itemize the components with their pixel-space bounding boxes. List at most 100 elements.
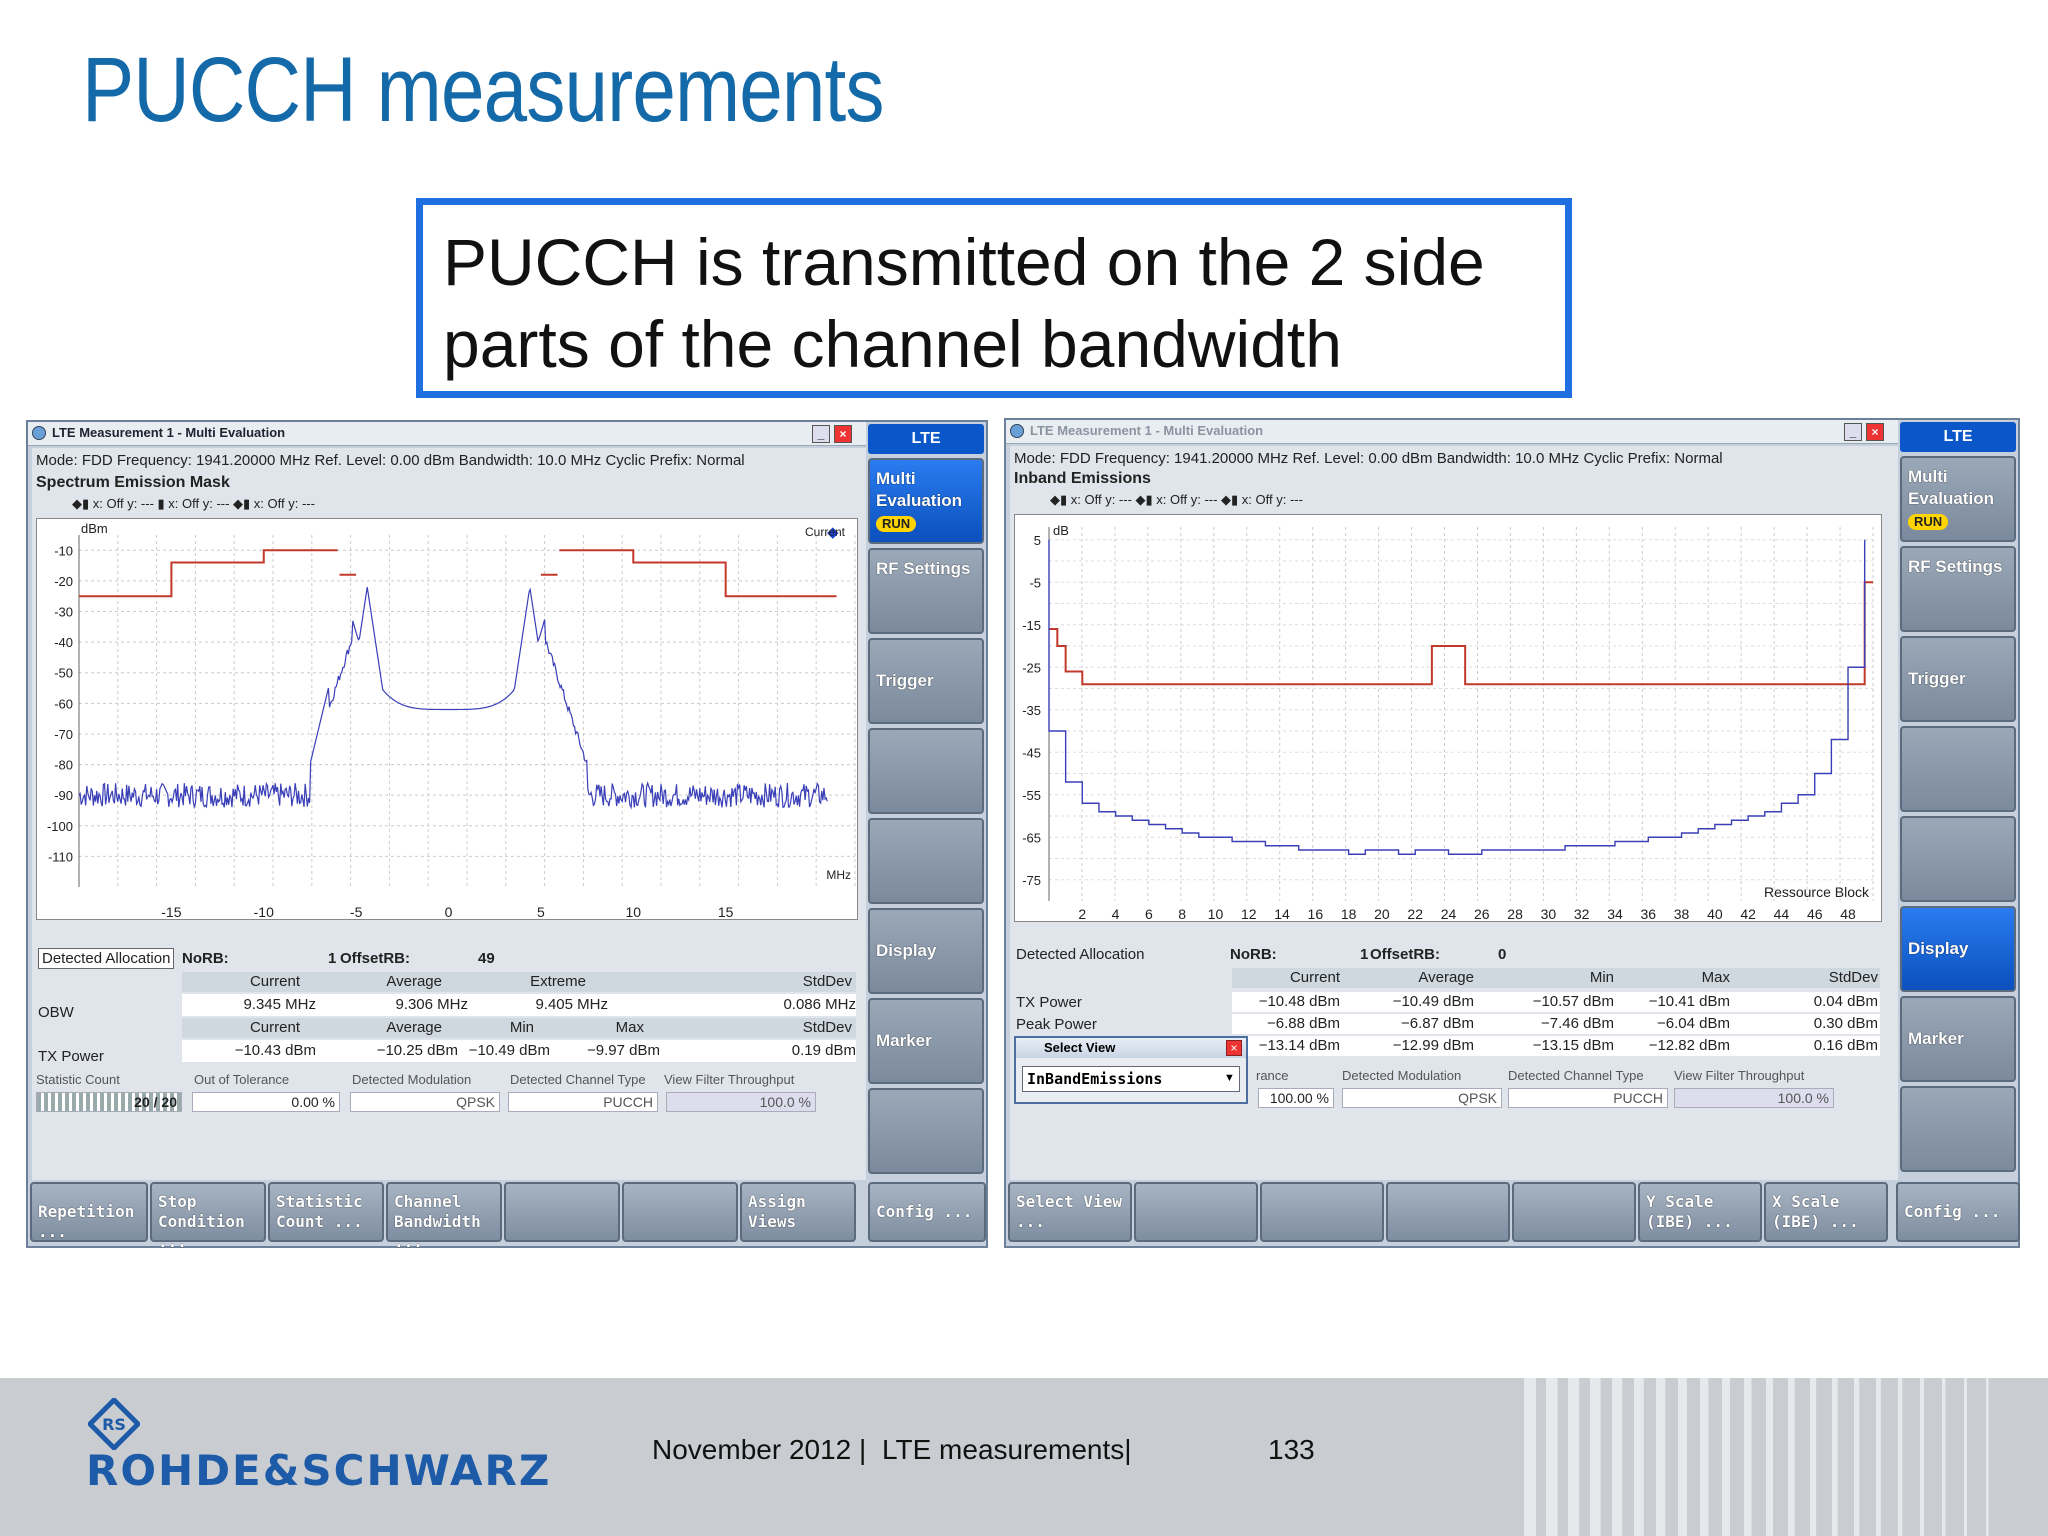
view-select[interactable]: InBandEmissions bbox=[1022, 1066, 1240, 1092]
marker-bar[interactable]: ◆▮ x: Off y: --- ▮ x: Off y: --- ◆▮ x: O… bbox=[72, 496, 315, 512]
minimize-icon[interactable]: _ bbox=[812, 425, 830, 443]
stop-condition-button[interactable]: Stop Condition ... bbox=[150, 1182, 266, 1251]
y-tick-label: -75 bbox=[1022, 873, 1041, 888]
out-of-tolerance-value: 100.00 % bbox=[1258, 1088, 1334, 1108]
config-button[interactable]: Config ... bbox=[868, 1182, 986, 1242]
empty-button[interactable] bbox=[504, 1182, 620, 1242]
stat-label: Detected Channel Type bbox=[1508, 1068, 1644, 1083]
norb-value: 1 bbox=[1360, 946, 1369, 963]
y-tick-label: -45 bbox=[1022, 745, 1041, 760]
window-titlebar: LTE Measurement 1 - Multi Evaluation bbox=[28, 422, 866, 446]
rf-settings-softkey[interactable]: RF Settings bbox=[868, 548, 984, 634]
x-scale-button[interactable]: X Scale (IBE) ... bbox=[1764, 1182, 1888, 1242]
close-icon[interactable]: × bbox=[1226, 1040, 1242, 1056]
marker-bar[interactable]: ◆▮ x: Off y: --- ◆▮ x: Off y: --- ◆▮ x: … bbox=[1050, 492, 1303, 508]
svg-text:RS: RS bbox=[102, 1415, 126, 1434]
footer-date: November 2012 | bbox=[652, 1434, 867, 1465]
window-title: LTE Measurement 1 - Multi Evaluation bbox=[1030, 423, 1264, 438]
x-tick-label: 2 bbox=[1078, 906, 1086, 922]
empty-softkey[interactable] bbox=[868, 1088, 984, 1174]
display-softkey[interactable]: Display bbox=[1900, 906, 2016, 992]
table-cell: −6.88 dBm bbox=[1267, 1015, 1340, 1032]
table-row-txpower: −10.43 dBm −10.25 dBm −10.49 dBm −9.97 d… bbox=[182, 1040, 856, 1062]
empty-button[interactable] bbox=[1386, 1182, 1510, 1242]
stripe bbox=[1722, 1378, 1730, 1536]
norb-label: NoRB: bbox=[1230, 946, 1277, 963]
close-icon[interactable]: × bbox=[1866, 423, 1884, 441]
stripe bbox=[1766, 1378, 1774, 1536]
empty-softkey[interactable] bbox=[1900, 726, 2016, 812]
y-tick-label: -35 bbox=[1022, 703, 1041, 718]
txpower-label: TX Power bbox=[38, 1048, 104, 1065]
x-tick-label: 10 bbox=[1208, 906, 1224, 922]
footer-title: LTE measurements| bbox=[882, 1434, 1132, 1465]
table-cell: 9.405 MHz bbox=[535, 996, 608, 1013]
empty-softkey[interactable] bbox=[1900, 1086, 2016, 1172]
close-icon[interactable]: × bbox=[834, 425, 852, 443]
stripe bbox=[1634, 1378, 1644, 1536]
measurement-panel: Mode: FDD Frequency: 1941.20000 MHz Ref.… bbox=[32, 448, 866, 1180]
x-tick-label: 4 bbox=[1112, 906, 1120, 922]
table-cell: −10.48 dBm bbox=[1258, 993, 1340, 1010]
assign-views-button[interactable]: Assign Views bbox=[740, 1182, 856, 1242]
stripe bbox=[1568, 1378, 1580, 1536]
empty-button[interactable] bbox=[622, 1182, 738, 1242]
y-scale-button[interactable]: Y Scale (IBE) ... bbox=[1638, 1182, 1762, 1242]
spectrum-trace bbox=[78, 586, 828, 810]
table-cell: −12.82 dBm bbox=[1648, 1037, 1730, 1054]
empty-softkey[interactable] bbox=[1900, 816, 2016, 902]
table-cell: −10.41 dBm bbox=[1648, 993, 1730, 1010]
stat-label: View Filter Throughput bbox=[1674, 1068, 1805, 1083]
stripe bbox=[1700, 1378, 1709, 1536]
stat-label: Out of Tolerance bbox=[194, 1072, 290, 1087]
col-header: StdDev bbox=[802, 973, 852, 990]
channel-type-value: PUCCH bbox=[1508, 1088, 1668, 1108]
repetition-button[interactable]: Repetition ... bbox=[30, 1182, 148, 1242]
table-cell: −9.97 dBm bbox=[587, 1042, 660, 1059]
channel-type-value: PUCCH bbox=[508, 1092, 658, 1112]
chevron-down-icon[interactable]: ▼ bbox=[1224, 1072, 1235, 1084]
empty-button[interactable] bbox=[1260, 1182, 1384, 1242]
empty-softkey[interactable] bbox=[868, 728, 984, 814]
minimize-icon[interactable]: _ bbox=[1844, 423, 1862, 441]
empty-button[interactable] bbox=[1134, 1182, 1258, 1242]
empty-button[interactable] bbox=[1512, 1182, 1636, 1242]
marker-softkey[interactable]: Marker bbox=[868, 998, 984, 1084]
rf-settings-softkey[interactable]: RF Settings bbox=[1900, 546, 2016, 632]
display-softkey[interactable]: Display bbox=[868, 908, 984, 994]
dialog-title: Select View bbox=[1016, 1038, 1246, 1058]
y-tick-label: -70 bbox=[54, 727, 73, 742]
table-cell: −10.25 dBm bbox=[376, 1042, 458, 1059]
config-button[interactable]: Config ... bbox=[1896, 1182, 2020, 1242]
stripe bbox=[1788, 1378, 1795, 1536]
view-name: Spectrum Emission Mask bbox=[36, 474, 230, 491]
multi-evaluation-softkey[interactable]: Multi Evaluation RUN bbox=[868, 458, 984, 544]
out-of-tolerance-value: 0.00 % bbox=[192, 1092, 340, 1112]
stat-label: Detected Modulation bbox=[1342, 1068, 1462, 1083]
statistic-count-button[interactable]: Statistic Count ... bbox=[268, 1182, 384, 1242]
lte-tab[interactable]: LTE bbox=[1900, 422, 2016, 452]
stripe bbox=[1986, 1378, 1989, 1536]
col-header: Current bbox=[249, 973, 300, 990]
slide-title: PUCCH measurements bbox=[82, 39, 885, 141]
channel-bandwidth-button[interactable]: Channel Bandwidth ... bbox=[386, 1182, 502, 1251]
x-tick-label: 40 bbox=[1707, 906, 1723, 922]
marker-softkey[interactable]: Marker bbox=[1900, 996, 2016, 1082]
y-tick-label: -60 bbox=[54, 696, 73, 711]
select-view-button[interactable]: Select View ... bbox=[1008, 1182, 1132, 1242]
ibe-plot: 5 -5 -15 -25 -35 -45 -55 -65 -75 2 4 6 8 10 12 14 16 18 20… bbox=[1014, 514, 1882, 922]
trigger-softkey[interactable]: Trigger bbox=[1900, 636, 2016, 722]
empty-softkey[interactable] bbox=[868, 818, 984, 904]
norb-value: 1 bbox=[328, 950, 337, 967]
table-cell: 0.16 dBm bbox=[1813, 1037, 1878, 1054]
lte-tab[interactable]: LTE bbox=[868, 424, 984, 454]
trigger-softkey[interactable]: Trigger bbox=[868, 638, 984, 724]
run-badge: RUN bbox=[1908, 514, 1949, 530]
softkey-column: LTE Multi Evaluation RUN RF Settings Trig… bbox=[868, 424, 984, 1180]
slide: { "slide": { "title": "PUCCH measurement… bbox=[0, 0, 2048, 1536]
stripe bbox=[1590, 1378, 1601, 1536]
col-header: Current bbox=[1289, 969, 1340, 986]
multi-evaluation-softkey[interactable]: Multi Evaluation RUN bbox=[1900, 456, 2016, 542]
table-cell: −10.43 dBm bbox=[234, 1042, 316, 1059]
table-cell: −10.49 dBm bbox=[1392, 993, 1474, 1010]
